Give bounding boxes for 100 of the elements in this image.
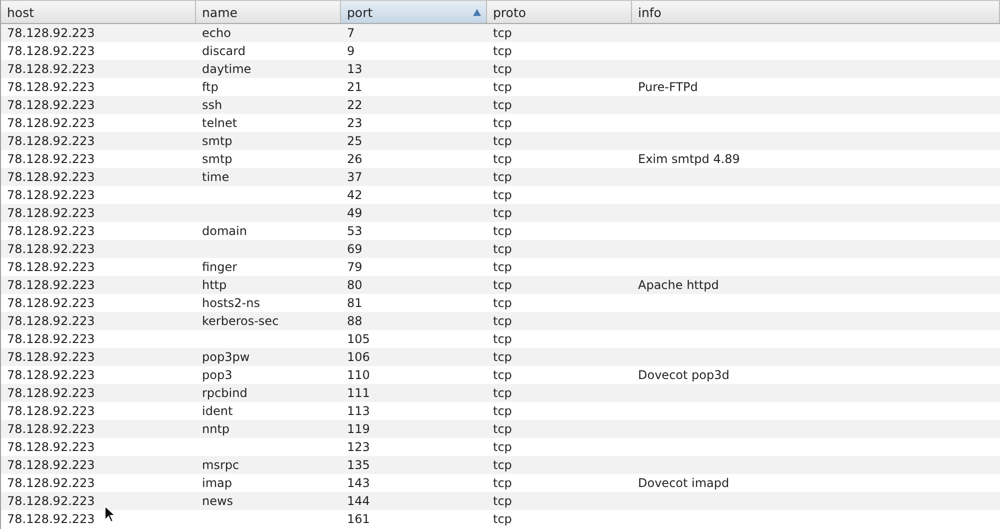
table-cell: pop3 [202, 368, 232, 382]
table-cell: tcp [493, 458, 512, 472]
table-cell: 78.128.92.223 [7, 332, 95, 346]
column-header[interactable]: name [196, 0, 341, 23]
table-cell: hosts2-ns [202, 296, 260, 310]
table-cell: 80 [347, 278, 362, 292]
table-cell: tcp [493, 44, 512, 58]
table-cell: pop3pw [202, 350, 250, 364]
table-cell: 106 [347, 350, 370, 364]
table-cell: 105 [347, 332, 370, 346]
table-cell: 78.128.92.223 [7, 386, 95, 400]
table-cell: Pure-FTPd [638, 80, 698, 94]
table-cell: 78.128.92.223 [7, 170, 95, 184]
table-cell: 143 [347, 476, 370, 490]
table-cell: 78.128.92.223 [7, 188, 95, 202]
table-cell: 78.128.92.223 [7, 350, 95, 364]
table-cell: 78.128.92.223 [7, 224, 95, 238]
table-cell: 23 [347, 116, 362, 130]
table-cell: rpcbind [202, 386, 248, 400]
table-cell: 119 [347, 422, 370, 436]
table-cell: tcp [493, 494, 512, 508]
table-cell: 78.128.92.223 [7, 206, 95, 220]
table-cell: tcp [493, 296, 512, 310]
table-cell: 78.128.92.223 [7, 260, 95, 274]
table-cell: tcp [493, 242, 512, 256]
table-cell: smtp [202, 134, 232, 148]
table-cell: smtp [202, 152, 232, 166]
table-cell: 78.128.92.223 [7, 458, 95, 472]
table-cell: ident [202, 404, 233, 418]
table-cell: 123 [347, 440, 370, 454]
table-cell: tcp [493, 278, 512, 292]
table-cell: 78.128.92.223 [7, 368, 95, 382]
table-cell: tcp [493, 62, 512, 76]
table-cell: 78.128.92.223 [7, 494, 95, 508]
table-cell: Exim smtpd 4.89 [638, 152, 740, 166]
table-cell: 78.128.92.223 [7, 512, 95, 526]
table-cell: 81 [347, 296, 362, 310]
table-cell: tcp [493, 206, 512, 220]
table-cell: Apache httpd [638, 278, 719, 292]
table-cell: 78.128.92.223 [7, 440, 95, 454]
table-cell: echo [202, 26, 231, 40]
table-cell: 78.128.92.223 [7, 62, 95, 76]
table-cell: tcp [493, 260, 512, 274]
table-cell: 111 [347, 386, 370, 400]
table-cell: 53 [347, 224, 362, 238]
table-cell: 78.128.92.223 [7, 242, 95, 256]
table-cell: 113 [347, 404, 370, 418]
table-cell: 78.128.92.223 [7, 44, 95, 58]
table-cell: nntp [202, 422, 230, 436]
table-cell: 78.128.92.223 [7, 314, 95, 328]
table-cell: tcp [493, 26, 512, 40]
table-cell: 110 [347, 368, 370, 382]
table-cell: 161 [347, 512, 370, 526]
table-cell: 25 [347, 134, 362, 148]
column-header[interactable]: host [1, 0, 196, 23]
mouse-pointer-icon [104, 505, 116, 523]
table-cell: Dovecot pop3d [638, 368, 730, 382]
table-cell: tcp [493, 80, 512, 94]
table-cell: tcp [493, 404, 512, 418]
table-cell: telnet [202, 116, 238, 130]
table-cell: 22 [347, 98, 362, 112]
table-cell: 78.128.92.223 [7, 26, 95, 40]
column-header[interactable]: port [341, 0, 487, 23]
table-cell: ftp [202, 80, 218, 94]
table-cell: 21 [347, 80, 362, 94]
table-cell: 9 [347, 44, 355, 58]
table-cell: 13 [347, 62, 362, 76]
table-cell: Dovecot imapd [638, 476, 730, 490]
table-cell: tcp [493, 134, 512, 148]
sort-ascending-icon [473, 8, 481, 16]
table-cell: discard [202, 44, 246, 58]
table-cell: ssh [202, 98, 222, 112]
table-cell: tcp [493, 512, 512, 526]
table-cell: msrpc [202, 458, 240, 472]
table-cell: 79 [347, 260, 362, 274]
table-cell: 88 [347, 314, 362, 328]
table-cell: news [202, 494, 234, 508]
table-cell: 78.128.92.223 [7, 422, 95, 436]
table-cell: tcp [493, 476, 512, 490]
table-cell: tcp [493, 422, 512, 436]
table-cell: 78.128.92.223 [7, 116, 95, 130]
table-cell: tcp [493, 350, 512, 364]
table-cell: domain [202, 224, 247, 238]
table-cell: kerberos-sec [202, 314, 279, 328]
table-cell: daytime [202, 62, 252, 76]
table-cell: 78.128.92.223 [7, 152, 95, 166]
column-header[interactable]: proto [487, 0, 632, 23]
table-cell: tcp [493, 170, 512, 184]
table-cell: 144 [347, 494, 370, 508]
table-cell: 78.128.92.223 [7, 296, 95, 310]
table-cell: tcp [493, 314, 512, 328]
table-cell: tcp [493, 152, 512, 166]
table-cell: 42 [347, 188, 362, 202]
table-cell: tcp [493, 368, 512, 382]
table-cell: tcp [493, 188, 512, 202]
column-header[interactable]: info [632, 0, 1000, 23]
table-cell: 78.128.92.223 [7, 404, 95, 418]
table-cell: 78.128.92.223 [7, 476, 95, 490]
table-cell: 78.128.92.223 [7, 278, 95, 292]
table-cell: 78.128.92.223 [7, 80, 95, 94]
